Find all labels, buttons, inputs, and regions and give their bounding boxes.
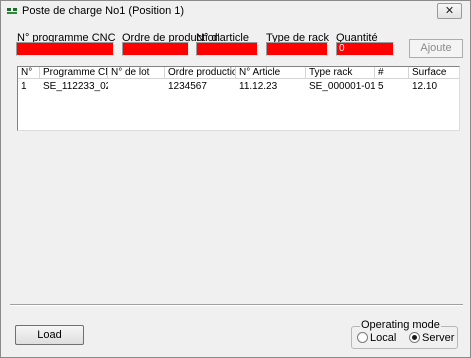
server-radio-selected-dot [412,335,417,340]
close-icon: ✕ [444,5,455,17]
charge-list[interactable]: N° Programme CNC N° de lot Ordre product… [17,66,460,131]
quantite-field[interactable]: 0 [336,42,394,56]
ajoute-button[interactable]: Ajoute [409,39,463,58]
app-icon-block-left [7,8,11,11]
local-radio-label[interactable]: Local [370,332,396,344]
cell-programme-cnc: SE_112233_02 [43,81,108,92]
article-field[interactable] [196,42,258,56]
divider [10,304,463,306]
column-header-count[interactable]: # [375,67,409,79]
column-header-surface[interactable]: Surface [409,67,459,79]
column-header-ordre-production[interactable]: Ordre production [165,67,236,79]
column-header-lot[interactable]: N° de lot [108,67,165,79]
column-header-article[interactable]: N° Article [236,67,306,79]
app-icon-block-right [13,8,17,11]
window-title: Poste de charge No1 (Position 1) [22,5,185,17]
column-header-type-rack[interactable]: Type rack [306,67,375,79]
cell-article: 11.12.23 [239,81,278,92]
server-radio-label[interactable]: Server [422,332,454,344]
load-button[interactable]: Load [15,325,84,345]
column-header-programme-cnc[interactable]: Programme CNC [40,67,108,79]
cell-no: 1 [21,81,27,92]
column-header-no[interactable]: N° [18,67,40,79]
title-bar[interactable]: Poste de charge No1 (Position 1) ✕ [1,1,470,21]
main-window: Poste de charge No1 (Position 1) ✕ N° pr… [0,0,471,358]
cell-count: 5 [378,81,384,92]
local-radio[interactable] [357,332,368,343]
list-header: N° Programme CNC N° de lot Ordre product… [18,67,459,79]
type-rack-field[interactable] [266,42,328,56]
close-button[interactable]: ✕ [437,3,462,19]
ordre-production-field[interactable] [122,42,189,56]
programme-cnc-field[interactable] [16,42,114,56]
app-icon [7,8,18,14]
server-radio[interactable] [409,332,420,343]
cell-ordre-production: 1234567 [168,81,207,92]
cell-type-rack: SE_000001-01 [309,81,375,92]
app-icon-bar [7,12,17,14]
operating-mode-legend: Operating mode [360,319,441,331]
cell-surface: 12.10 [412,81,438,92]
table-row[interactable]: 1 SE_112233_02 1234567 11.12.23 SE_00000… [18,80,459,93]
